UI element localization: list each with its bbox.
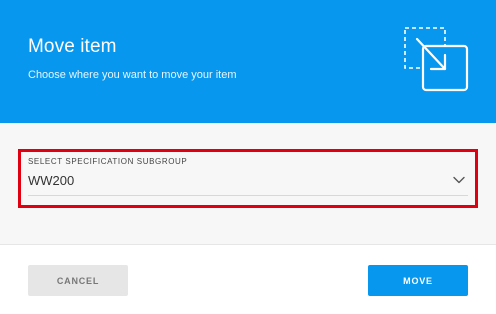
move-to-folder-icon <box>404 27 469 92</box>
dialog-footer: CANCEL MOVE <box>0 245 496 314</box>
select-value: WW200 <box>28 173 75 188</box>
select-underline <box>28 195 468 196</box>
dialog-header: Move item Choose where you want to move … <box>0 0 496 123</box>
specification-subgroup-select[interactable]: SELECT SPECIFICATION SUBGROUP WW200 <box>18 149 478 208</box>
move-button[interactable]: MOVE <box>368 265 468 296</box>
dialog-title: Move item <box>28 36 117 57</box>
dialog-body: SELECT SPECIFICATION SUBGROUP WW200 <box>0 123 496 245</box>
cancel-button[interactable]: CANCEL <box>28 265 128 296</box>
dialog-subtitle: Choose where you want to move your item <box>28 69 237 81</box>
move-item-dialog: Move item Choose where you want to move … <box>0 0 496 314</box>
select-label: SELECT SPECIFICATION SUBGROUP <box>28 157 188 166</box>
chevron-down-icon[interactable] <box>453 176 465 184</box>
